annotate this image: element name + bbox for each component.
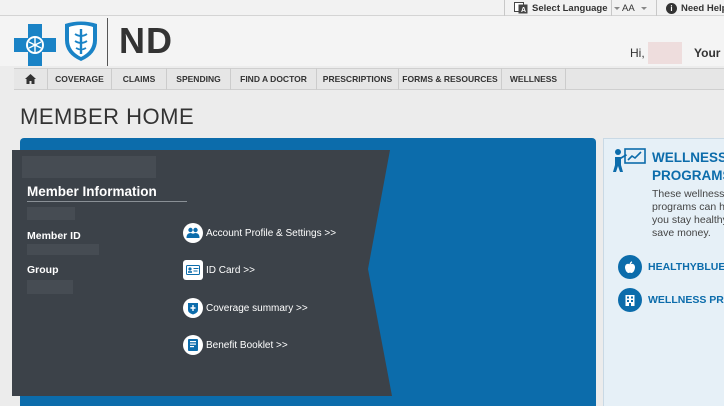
wellness-description: These wellness programs can help you sta… — [652, 188, 724, 239]
account-profile-label: Account Profile & Settings >> — [206, 227, 337, 239]
nav-claims[interactable]: CLAIMS — [112, 68, 167, 90]
coverage-summary-link[interactable]: Coverage summary >> — [183, 298, 308, 318]
nav-prescriptions[interactable]: PRESCRIPTIONS — [317, 68, 399, 90]
id-card-label: ID Card >> — [206, 264, 255, 276]
coverage-icon — [183, 298, 203, 318]
nav-wellness[interactable]: WELLNESS — [502, 68, 566, 90]
utility-divider — [656, 0, 657, 16]
benefit-booklet-label: Benefit Booklet >> — [206, 339, 288, 351]
logo-divider — [107, 18, 108, 66]
healthyblue-hub-link[interactable]: HEALTHYBLUE HUB — [618, 255, 724, 279]
nav-spending[interactable]: SPENDING — [167, 68, 231, 90]
account-menu-label[interactable]: Your — [694, 46, 720, 60]
id-card-icon — [183, 260, 203, 280]
greeting-text: Hi, — [630, 46, 645, 60]
page-title: MEMBER HOME — [20, 104, 195, 129]
state-code-logo: ND — [119, 20, 173, 61]
member-name-redacted — [22, 156, 156, 178]
wellness-programs-panel: WELLNESS PROGRAMS These wellness program… — [603, 138, 724, 406]
wellness-programs-link[interactable]: WELLNESS PROGRAMS — [618, 288, 724, 312]
nav-coverage[interactable]: COVERAGE — [48, 68, 112, 90]
nav-forms-resources[interactable]: FORMS & RESOURCES — [399, 68, 502, 90]
translate-icon: A — [514, 2, 528, 14]
booklet-icon — [183, 335, 203, 355]
redacted-value — [27, 207, 75, 220]
wellness-programs-label: WELLNESS PROGRAMS — [648, 294, 724, 306]
main-nav: COVERAGE CLAIMS SPENDING FIND A DOCTOR P… — [14, 68, 724, 90]
building-icon — [618, 288, 642, 312]
utility-divider — [611, 0, 612, 16]
need-help-link[interactable]: i Need Help — [666, 0, 724, 16]
nav-home[interactable] — [14, 68, 48, 90]
wellness-title: WELLNESS PROGRAMS — [652, 150, 724, 183]
benefit-booklet-link[interactable]: Benefit Booklet >> — [183, 335, 288, 355]
chevron-down-icon — [613, 6, 620, 10]
coverage-summary-label: Coverage summary >> — [206, 302, 308, 314]
group-label: Group — [27, 264, 59, 276]
member-name-redacted — [648, 42, 682, 64]
text-size-control[interactable]: AA — [622, 0, 647, 16]
help-icon: i — [666, 2, 677, 14]
utility-divider — [504, 0, 505, 16]
healthyblue-hub-label: HEALTHYBLUE HUB — [648, 261, 724, 273]
chevron-down-icon — [640, 6, 647, 10]
people-icon — [183, 223, 203, 243]
help-label: Need Help — [681, 2, 724, 14]
account-profile-link[interactable]: Account Profile & Settings >> — [183, 223, 336, 243]
svg-text:A: A — [521, 7, 526, 14]
blue-cross-logo-icon[interactable] — [12, 22, 58, 68]
language-selector[interactable]: A Select Language — [514, 0, 620, 16]
blue-shield-logo-icon[interactable] — [62, 20, 100, 62]
fitness-presentation-icon — [613, 148, 646, 172]
group-value-redacted — [27, 280, 73, 294]
id-card-link[interactable]: ID Card >> — [183, 260, 255, 280]
apple-icon — [618, 255, 642, 279]
text-size-label: AA — [622, 2, 635, 14]
member-id-value-redacted — [27, 244, 99, 255]
language-label: Select Language — [532, 2, 608, 14]
member-id-label: Member ID — [27, 230, 81, 242]
member-info-title: Member Information — [27, 184, 187, 202]
utility-bar: A Select Language AA i Need Help — [0, 0, 724, 16]
site-header: ND Hi, Your — [0, 16, 724, 66]
home-icon — [25, 74, 36, 84]
nav-find-a-doctor[interactable]: FIND A DOCTOR — [231, 68, 317, 90]
